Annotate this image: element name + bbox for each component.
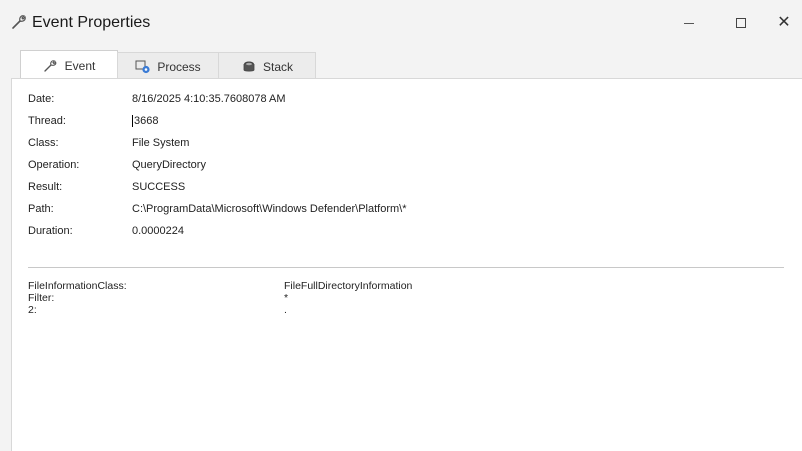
maximize-button[interactable] bbox=[718, 6, 764, 40]
close-icon: ✕ bbox=[777, 14, 791, 31]
detail-label: Filter: bbox=[28, 292, 55, 304]
detail-row: FileInformationClass: FileFullDirectoryI… bbox=[28, 280, 728, 292]
close-button[interactable]: ✕ bbox=[766, 6, 802, 40]
prop-row-result: Result: SUCCESS bbox=[28, 177, 728, 197]
window-title: Event Properties bbox=[32, 14, 151, 31]
tab-stack-label: Stack bbox=[262, 59, 293, 74]
prop-row-thread: Thread: 3668 bbox=[28, 111, 728, 131]
detail-label: FileInformationClass: bbox=[28, 280, 127, 292]
tab-stack[interactable]: Stack bbox=[218, 52, 316, 80]
prop-row-class: Class: File System bbox=[28, 133, 728, 153]
prop-label: Path: bbox=[28, 203, 54, 215]
event-panel: Date: 8/16/2025 4:10:35.7608078 AM Threa… bbox=[11, 78, 802, 451]
tab-process-label: Process bbox=[157, 59, 201, 74]
prop-row-duration: Duration: 0.0000224 bbox=[28, 221, 728, 241]
prop-value-duration[interactable]: 0.0000224 bbox=[132, 221, 184, 241]
detail-value[interactable]: FileFullDirectoryInformation bbox=[284, 280, 412, 292]
wrench-icon bbox=[43, 59, 56, 72]
text-caret bbox=[132, 115, 133, 128]
prop-value-thread[interactable]: 3668 bbox=[132, 111, 158, 131]
minimize-button[interactable] bbox=[666, 6, 712, 40]
prop-label: Class: bbox=[28, 137, 59, 149]
tab-process[interactable]: Process bbox=[117, 52, 219, 80]
detail-row: Filter: * bbox=[28, 292, 728, 304]
prop-label: Duration: bbox=[28, 225, 73, 237]
prop-label: Result: bbox=[28, 181, 63, 193]
prop-value-result[interactable]: SUCCESS bbox=[132, 177, 185, 197]
prop-value-class[interactable]: File System bbox=[132, 133, 189, 153]
process-gear-icon bbox=[135, 60, 150, 73]
prop-row-date: Date: 8/16/2025 4:10:35.7608078 AM bbox=[28, 89, 728, 109]
detail-value[interactable]: . bbox=[284, 304, 287, 316]
detail-label: 2: bbox=[28, 304, 37, 316]
prop-row-path: Path: C:\ProgramData\Microsoft\Windows D… bbox=[28, 199, 728, 219]
wrench-icon bbox=[10, 13, 28, 31]
tab-event-label: Event bbox=[64, 58, 96, 73]
prop-row-operation: Operation: QueryDirectory bbox=[28, 155, 728, 175]
minimize-icon bbox=[684, 22, 694, 24]
title-bar[interactable]: Event Properties ✕ bbox=[0, 0, 802, 46]
prop-label: Thread: bbox=[28, 115, 66, 127]
detail-value[interactable]: * bbox=[284, 292, 288, 304]
prop-value-operation[interactable]: QueryDirectory bbox=[132, 155, 206, 175]
section-divider bbox=[28, 267, 784, 268]
prop-value-date[interactable]: 8/16/2025 4:10:35.7608078 AM bbox=[132, 89, 286, 109]
tab-bar: Event Process Stack bbox=[20, 50, 316, 80]
prop-value-path[interactable]: C:\ProgramData\Microsoft\Windows Defende… bbox=[132, 199, 406, 219]
event-properties-window: Event Properties ✕ Event Process Stack D… bbox=[0, 0, 802, 451]
prop-label: Date: bbox=[28, 93, 55, 105]
detail-row: 2: . bbox=[28, 304, 728, 316]
stack-icon bbox=[243, 61, 255, 72]
maximize-icon bbox=[736, 18, 746, 28]
prop-label: Operation: bbox=[28, 159, 80, 171]
tab-event[interactable]: Event bbox=[20, 50, 118, 80]
prop-value-thread-text: 3668 bbox=[134, 115, 159, 127]
